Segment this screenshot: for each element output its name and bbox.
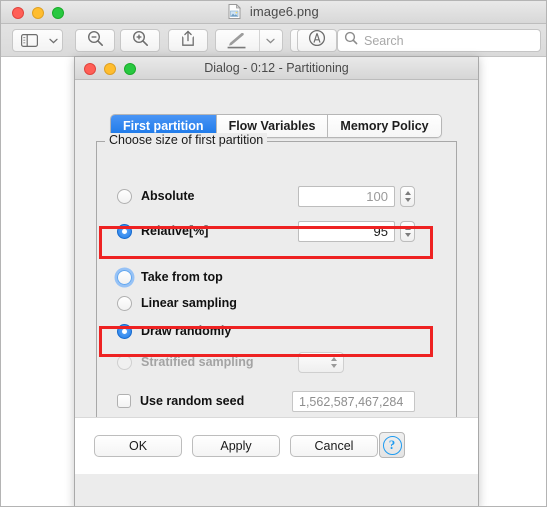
zoom-in-icon <box>132 30 149 52</box>
radio-draw-randomly-label: Draw randomly <box>141 324 232 338</box>
combo-arrows-icon <box>331 357 337 368</box>
cancel-button[interactable]: Cancel <box>290 435 378 457</box>
markup-chevron-down-icon[interactable] <box>260 30 282 51</box>
dialog-minimize-button[interactable] <box>104 63 116 75</box>
window-title-text: image6.png <box>249 4 319 19</box>
sidebar-toggle-button[interactable] <box>12 29 63 52</box>
dialog-close-button[interactable] <box>84 63 96 75</box>
zoom-out-icon <box>87 30 104 52</box>
radio-relative-label: Relative[%] <box>141 224 209 238</box>
markup-pen-icon[interactable] <box>216 30 259 51</box>
apply-button[interactable]: Apply <box>192 435 280 457</box>
stepper-down-icon[interactable] <box>404 233 411 237</box>
groupbox-legend: Choose size of first partition <box>105 133 268 147</box>
absolute-value-field[interactable]: 100 <box>298 186 395 207</box>
window-titlebar: image6.png <box>1 1 546 24</box>
share-icon <box>181 30 195 52</box>
radio-stratified-sampling <box>117 354 132 370</box>
dialog-maximize-button[interactable] <box>124 63 136 75</box>
stepper-up-icon[interactable] <box>404 226 411 230</box>
zoom-out-button[interactable] <box>75 29 115 52</box>
dialog-footer: OK Apply Cancel ? <box>75 417 478 474</box>
sidebar-icon <box>13 30 45 51</box>
random-seed-field[interactable]: 1,562,587,467,284 <box>292 391 415 412</box>
search-input[interactable]: Search <box>337 29 541 52</box>
checkbox-use-random-seed-label: Use random seed <box>140 394 245 408</box>
dialog-traffic-lights <box>84 63 136 75</box>
radio-take-from-top[interactable] <box>117 269 132 285</box>
radio-absolute[interactable] <box>117 188 132 204</box>
share-button[interactable] <box>168 29 208 52</box>
stepper-down-icon[interactable] <box>404 198 411 202</box>
radio-absolute-label: Absolute <box>141 189 195 203</box>
ok-button[interactable]: OK <box>94 435 182 457</box>
relative-stepper[interactable] <box>400 221 415 242</box>
radio-take-from-top-label: Take from top <box>141 270 223 284</box>
row-linear-sampling[interactable]: Linear sampling <box>97 290 458 316</box>
row-stratified-sampling: Stratified sampling <box>97 349 458 375</box>
markup-tools-group[interactable] <box>215 29 283 52</box>
image-file-icon <box>228 3 242 19</box>
zoom-in-button[interactable] <box>120 29 160 52</box>
help-button[interactable]: ? <box>379 432 405 458</box>
annotate-button[interactable] <box>297 29 337 52</box>
radio-linear-sampling-label: Linear sampling <box>141 296 237 310</box>
tab-memory-policy[interactable]: Memory Policy <box>328 115 441 137</box>
search-placeholder: Search <box>364 33 404 48</box>
chevron-down-icon <box>45 30 62 51</box>
preview-app-window: image6.png Search Dialog - 0:12 - Partit… <box>0 0 547 507</box>
help-question-icon: ? <box>382 435 402 455</box>
search-icon <box>344 31 358 50</box>
absolute-stepper[interactable] <box>400 186 415 207</box>
stratified-column-combobox <box>298 352 344 373</box>
radio-draw-randomly[interactable] <box>117 323 132 339</box>
relative-value-field[interactable]: 95 <box>298 221 395 242</box>
annotate-icon <box>308 29 326 52</box>
row-draw-randomly[interactable]: Draw randomly <box>97 318 458 344</box>
partitioning-dialog: Dialog - 0:12 - Partitioning First parti… <box>74 56 479 506</box>
choose-size-groupbox: Choose size of first partition Absolute … <box>96 133 458 453</box>
checkbox-use-random-seed[interactable] <box>117 394 131 408</box>
radio-linear-sampling[interactable] <box>117 295 132 311</box>
window-toolbar: Search <box>1 24 546 57</box>
radio-relative[interactable] <box>117 223 132 239</box>
dialog-titlebar: Dialog - 0:12 - Partitioning <box>75 57 478 80</box>
dialog-body: First partition Flow Variables Memory Po… <box>75 80 478 474</box>
row-take-from-top[interactable]: Take from top <box>97 264 458 290</box>
radio-stratified-sampling-label: Stratified sampling <box>141 355 254 369</box>
stepper-up-icon[interactable] <box>404 191 411 195</box>
window-title: image6.png <box>1 3 546 19</box>
